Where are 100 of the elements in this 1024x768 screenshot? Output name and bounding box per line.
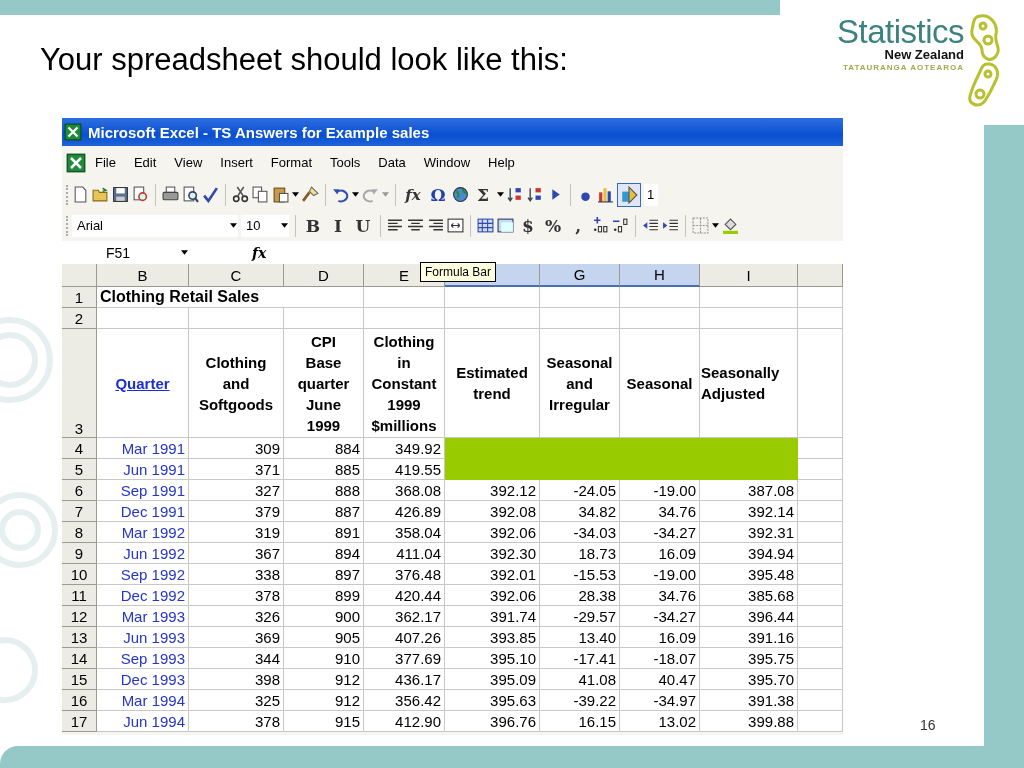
table-cell: Mar 1992 <box>97 522 189 543</box>
table-cell: 385.68 <box>700 585 798 606</box>
table-cell: 399.88 <box>700 711 798 732</box>
table-cell: -19.00 <box>620 480 700 501</box>
table-cell: 377.69 <box>364 648 445 669</box>
table-cell: 897 <box>284 564 364 585</box>
table-cell: -15.53 <box>540 564 620 585</box>
table-cell: 392.01 <box>445 564 540 585</box>
table-cell: 392.12 <box>445 480 540 501</box>
table-cell: 40.47 <box>620 669 700 690</box>
table-cell: 16.15 <box>540 711 620 732</box>
table-cell: 888 <box>284 480 364 501</box>
logo-subtitle: New Zealand <box>884 48 964 62</box>
table-cell: 407.26 <box>364 627 445 648</box>
table-cell: 900 <box>284 606 364 627</box>
table-cell: 915 <box>284 711 364 732</box>
table-cell: Jun 1994 <box>97 711 189 732</box>
table-cell: 891 <box>284 522 364 543</box>
table-cell: 309 <box>189 438 284 459</box>
table-cell: 412.90 <box>364 711 445 732</box>
table-cell: 18.73 <box>540 543 620 564</box>
table-cell: 395.63 <box>445 690 540 711</box>
table-cell: 395.70 <box>700 669 798 690</box>
logo-tagline: TATAURANGA AOTEAROA <box>842 62 964 74</box>
table-cell: 395.10 <box>445 648 540 669</box>
table-cell: -24.05 <box>540 480 620 501</box>
table-cell: Mar 1993 <box>97 606 189 627</box>
table-cell: 28.38 <box>540 585 620 606</box>
table-cell: 319 <box>189 522 284 543</box>
table-cell: 391.16 <box>700 627 798 648</box>
table-cell: 327 <box>189 480 284 501</box>
table-cell: 362.17 <box>364 606 445 627</box>
tooltip: Formula Bar <box>420 262 497 282</box>
table-cell: 34.76 <box>620 501 700 522</box>
table-cell: -34.03 <box>540 522 620 543</box>
table-cell: 887 <box>284 501 364 522</box>
table-cell: 396.76 <box>445 711 540 732</box>
table-cell: Jun 1993 <box>97 627 189 648</box>
table-cell: Dec 1993 <box>97 669 189 690</box>
table-cell: 391.74 <box>445 606 540 627</box>
table-cell: Dec 1992 <box>97 585 189 606</box>
table-cell: 420.44 <box>364 585 445 606</box>
table-cell: -19.00 <box>620 564 700 585</box>
table-cell: 41.08 <box>540 669 620 690</box>
slide-title: Your spreadsheet should look like this: <box>40 42 568 79</box>
table-cell: 395.09 <box>445 669 540 690</box>
table-cell: Sep 1991 <box>97 480 189 501</box>
table-cell: 13.40 <box>540 627 620 648</box>
table-cell: 910 <box>284 648 364 669</box>
table-cell: 395.48 <box>700 564 798 585</box>
table-cell: 392.14 <box>700 501 798 522</box>
table-cell: Mar 1991 <box>97 438 189 459</box>
table-cell: 371 <box>189 459 284 480</box>
window-title: Microsoft Excel - TS Answers for Example sales <box>88 123 430 141</box>
table-cell: 16.09 <box>620 627 700 648</box>
table-cell: -17.41 <box>540 648 620 669</box>
table-cell: Mar 1994 <box>97 690 189 711</box>
table-cell: 358.04 <box>364 522 445 543</box>
column-heading: CPI Base quarter June 1999 <box>284 329 364 438</box>
table-cell: 378 <box>189 711 284 732</box>
table-cell: 325 <box>189 690 284 711</box>
table-cell: -18.07 <box>620 648 700 669</box>
table-cell: 34.82 <box>540 501 620 522</box>
table-cell: 392.31 <box>700 522 798 543</box>
table-cell: 396.44 <box>700 606 798 627</box>
table-cell: 367 <box>189 543 284 564</box>
table-cell: -39.22 <box>540 690 620 711</box>
table-cell: 392.08 <box>445 501 540 522</box>
table-cell: 392.30 <box>445 543 540 564</box>
table-cell: 379 <box>189 501 284 522</box>
table-cell: 13.02 <box>620 711 700 732</box>
table-cell: 344 <box>189 648 284 669</box>
table-cell: -29.57 <box>540 606 620 627</box>
table-cell: -34.97 <box>620 690 700 711</box>
table-cell: 885 <box>284 459 364 480</box>
table-cell: 356.42 <box>364 690 445 711</box>
page-number: 16 <box>920 717 936 733</box>
table-cell: 426.89 <box>364 501 445 522</box>
table-cell: 338 <box>189 564 284 585</box>
table-cell: 378 <box>189 585 284 606</box>
table-cell: 905 <box>284 627 364 648</box>
table-cell: Jun 1991 <box>97 459 189 480</box>
table-cell: 391.38 <box>700 690 798 711</box>
table-cell: 368.08 <box>364 480 445 501</box>
table-cell: 395.75 <box>700 648 798 669</box>
table-cell: 436.17 <box>364 669 445 690</box>
table-cell: 387.08 <box>700 480 798 501</box>
logo-wordmark: Statistics <box>836 16 964 48</box>
table-cell: Dec 1991 <box>97 501 189 522</box>
table-cell: Jun 1992 <box>97 543 189 564</box>
table-cell: 884 <box>284 438 364 459</box>
table-cell: 912 <box>284 669 364 690</box>
table-cell: 394.94 <box>700 543 798 564</box>
table-cell: 411.04 <box>364 543 445 564</box>
table-cell: 392.06 <box>445 585 540 606</box>
table-cell: -34.27 <box>620 606 700 627</box>
table-cell: 912 <box>284 690 364 711</box>
table-cell: 899 <box>284 585 364 606</box>
table-cell: Clothing Retail Sales <box>97 287 364 308</box>
table-cell: -34.27 <box>620 522 700 543</box>
